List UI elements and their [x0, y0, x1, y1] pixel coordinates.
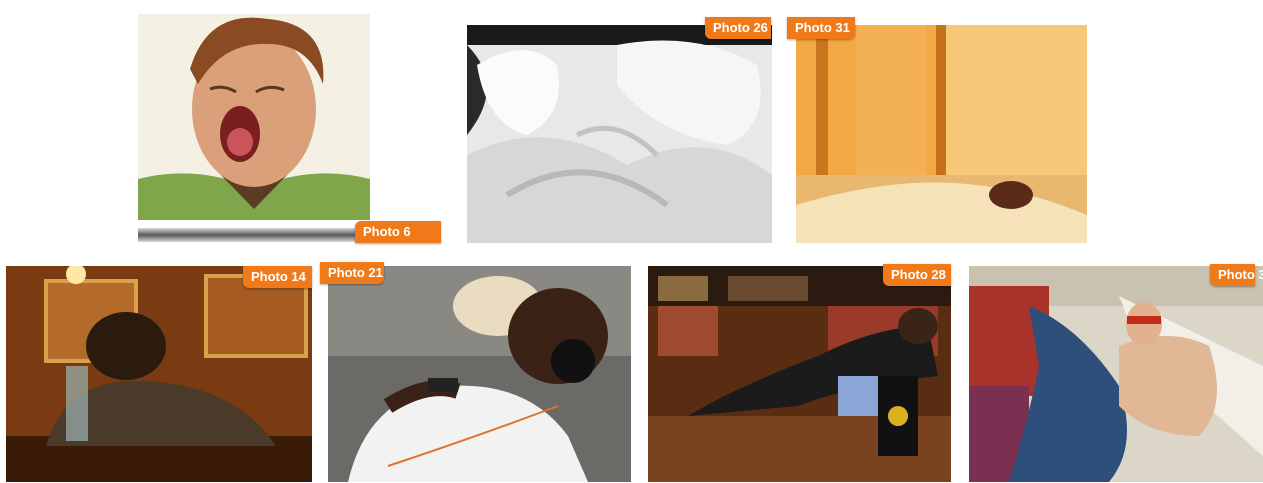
photo-31-label: Photo 31 [787, 17, 855, 39]
photo-6-image [138, 14, 370, 220]
photo-26-label: Photo 26 [705, 17, 771, 39]
photo-26-image [467, 25, 772, 243]
photo-28-label: Photo 28 [883, 264, 951, 286]
photo-14 [6, 266, 312, 482]
photo-21-label: Photo 21 [320, 262, 384, 284]
photo-6 [138, 14, 370, 220]
photo-14-image [6, 266, 312, 482]
photo-3-label: Photo 3 [1210, 264, 1263, 286]
photo-6-label: Photo 6 [355, 221, 441, 243]
photo-3-image [969, 266, 1263, 482]
photo-21 [328, 266, 631, 482]
photo-31 [796, 25, 1087, 243]
photo-14-label: Photo 14 [243, 266, 312, 288]
photo-28 [648, 266, 951, 482]
photo-21-image [328, 266, 631, 482]
photo-26 [467, 25, 772, 243]
photo-28-image [648, 266, 951, 482]
photo-31-image [796, 25, 1087, 243]
photo-3 [969, 266, 1263, 482]
